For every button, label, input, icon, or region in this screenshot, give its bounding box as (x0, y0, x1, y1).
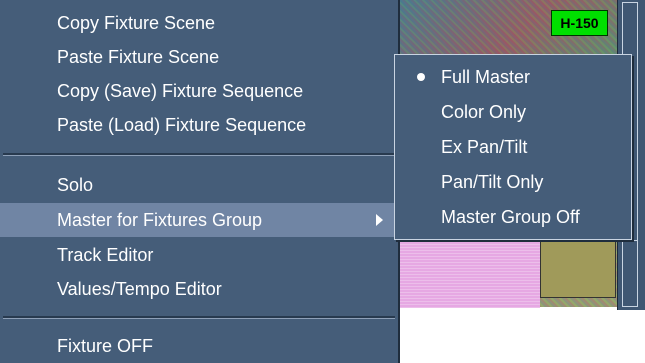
menu-item-label: Values/Tempo Editor (57, 278, 222, 299)
menu-item-copy-save-fixture-sequence[interactable]: Copy (Save) Fixture Sequence (0, 74, 398, 108)
submenu-item-label: Pan/Tilt Only (441, 171, 544, 192)
submenu-item-label: Color Only (441, 101, 527, 122)
fixture-preview-olive (540, 238, 616, 298)
fixture-preview-pink (392, 234, 540, 308)
master-group-submenu: Full Master Color Only Ex Pan/Tilt Pan/T… (394, 54, 632, 240)
menu-item-label: Copy (Save) Fixture Sequence (57, 80, 304, 101)
menu-item-label: Master for Fixtures Group (57, 209, 263, 230)
background-panel-slot-lower (622, 240, 638, 307)
menu-separator (3, 153, 395, 156)
menu-item-label: Copy Fixture Scene (57, 12, 216, 33)
submenu-item-ex-pan-tilt[interactable]: Ex Pan/Tilt (395, 130, 631, 164)
submenu-item-label: Master Group Off (441, 206, 580, 227)
submenu-item-color-only[interactable]: Color Only (395, 95, 631, 129)
menu-item-copy-fixture-scene[interactable]: Copy Fixture Scene (0, 6, 398, 40)
menu-item-fixture-off[interactable]: Fixture OFF (0, 329, 398, 363)
menu-item-label: Fixture OFF (57, 335, 154, 356)
menu-item-values-tempo-editor[interactable]: Values/Tempo Editor (0, 272, 398, 306)
menu-item-label: Paste (Load) Fixture Sequence (57, 114, 307, 135)
context-menu: Copy Fixture Scene Paste Fixture Scene C… (0, 0, 400, 363)
menu-item-paste-load-fixture-sequence[interactable]: Paste (Load) Fixture Sequence (0, 108, 398, 142)
submenu-item-label: Ex Pan/Tilt (441, 136, 528, 157)
menu-item-label: Paste Fixture Scene (57, 46, 220, 67)
menu-item-master-for-fixtures-group[interactable]: Master for Fixtures Group (0, 203, 398, 237)
menu-item-solo[interactable]: Solo (0, 168, 398, 202)
menu-item-track-editor[interactable]: Track Editor (0, 238, 398, 272)
submenu-item-pan-tilt-only[interactable]: Pan/Tilt Only (395, 165, 631, 199)
submenu-arrow-icon (376, 214, 383, 226)
menu-item-label: Solo (57, 174, 94, 195)
selected-bullet-icon (417, 73, 425, 81)
menu-item-label: Track Editor (57, 244, 154, 265)
fixture-badge: H-150 (551, 10, 608, 36)
submenu-item-label: Full Master (441, 66, 531, 87)
menu-separator (3, 316, 395, 319)
submenu-item-master-group-off[interactable]: Master Group Off (395, 200, 631, 234)
submenu-item-full-master[interactable]: Full Master (395, 60, 631, 94)
menu-item-paste-fixture-scene[interactable]: Paste Fixture Scene (0, 40, 398, 74)
